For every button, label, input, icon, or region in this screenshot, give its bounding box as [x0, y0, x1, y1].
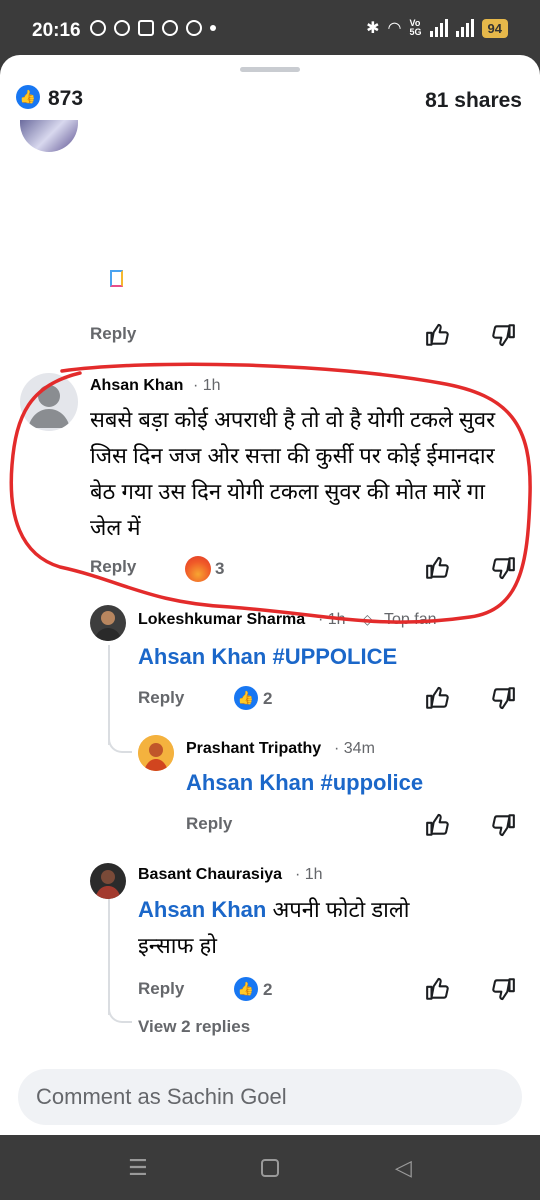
thumbs-down-icon[interactable] — [490, 555, 516, 581]
home-icon[interactable] — [261, 1159, 279, 1177]
notification-icons — [90, 20, 216, 36]
thread-line — [108, 890, 110, 1015]
like-reaction-icon: 👍 — [234, 686, 258, 710]
reply-text-line2: इन्साफ हो — [138, 933, 217, 958]
signal-icon — [429, 19, 448, 37]
thumbs-up-icon[interactable] — [425, 685, 451, 711]
basant-chaurasiya-avatar[interactable] — [90, 863, 126, 899]
reply-text: Ahsan Khan #UPPOLICE — [138, 639, 397, 675]
reaction-count[interactable]: 3 — [215, 559, 224, 579]
reply-text-line1: अपनी फोटो डालो — [266, 897, 410, 922]
reactions-summary[interactable]: 👍 873 81 shares — [16, 85, 524, 115]
reply-button[interactable]: Reply — [138, 979, 184, 999]
comments-sheet: 👍 873 81 shares Reply Ahsan Khan · 1h सब… — [0, 55, 540, 1135]
telegram-icon — [186, 20, 202, 36]
default-avatar-icon — [28, 385, 70, 428]
reply-text: Ahsan Khan अपनी फोटो डालो इन्साफ हो — [138, 892, 518, 964]
reply-author[interactable]: Prashant Tripathy — [186, 740, 321, 758]
view-replies-link[interactable]: View 2 replies — [138, 1017, 250, 1037]
reply-author[interactable]: Lokeshkumar Sharma — [138, 611, 305, 629]
ahsan-khan-avatar[interactable] — [20, 373, 78, 431]
gallery-icon — [138, 20, 154, 36]
facebook-icon — [114, 20, 130, 36]
system-nav-bar: ☰ ◁ — [0, 1135, 540, 1200]
thread-connector — [108, 735, 132, 753]
reply-author[interactable]: Basant Chaurasiya — [138, 866, 282, 884]
reply-button[interactable]: Reply — [138, 688, 184, 708]
reply-time: · 1h — [295, 866, 323, 883]
thumbs-down-icon[interactable] — [490, 322, 516, 348]
share-count[interactable]: 81 shares — [425, 89, 522, 113]
status-time: 20:16 — [32, 20, 81, 41]
message-icon — [162, 20, 178, 36]
comment-time: · 1h — [193, 377, 221, 394]
drag-handle[interactable] — [240, 67, 300, 72]
like-count: 873 — [48, 87, 84, 110]
mention-link[interactable]: Ahsan Khan #UPPOLICE — [138, 644, 397, 669]
comment-composer — [0, 1055, 540, 1135]
thumbs-up-icon[interactable] — [425, 812, 451, 838]
profile-photo-icon — [95, 870, 121, 899]
angry-reaction-icon — [185, 556, 211, 582]
reply-time: · 1h · — [318, 611, 356, 628]
more-dot-icon — [210, 25, 216, 31]
diamond-icon: ◇ — [362, 611, 373, 627]
reaction-count[interactable]: 2 — [263, 980, 272, 1000]
thread-line — [108, 645, 110, 745]
sticker-icon — [110, 270, 123, 287]
thread-connector — [108, 1005, 132, 1023]
reply-button[interactable]: Reply — [90, 557, 136, 577]
system-icons: ✱ ◠ Vo 5G 94 — [366, 18, 508, 38]
lokeshkumar-sharma-avatar[interactable] — [90, 605, 126, 641]
thumbs-up-icon[interactable] — [425, 322, 451, 348]
status-bar: 20:16 ✱ ◠ Vo 5G 94 — [0, 0, 540, 62]
battery-indicator: 94 — [481, 18, 508, 38]
profile-photo-icon — [138, 735, 174, 771]
thumbs-down-icon[interactable] — [490, 976, 516, 1002]
like-reaction-icon: 👍 — [16, 85, 40, 109]
thumbs-up-icon[interactable] — [425, 976, 451, 1002]
reaction-count[interactable]: 2 — [263, 689, 272, 709]
reply-button[interactable]: Reply — [186, 814, 232, 834]
mention-link[interactable]: Ahsan Khan — [138, 897, 266, 922]
thumbs-down-icon[interactable] — [490, 812, 516, 838]
back-icon[interactable]: ◁ — [395, 1157, 412, 1179]
comment-text: सबसे बड़ा कोई अपराधी है तो वो है योगी टक… — [90, 407, 496, 540]
recents-icon[interactable]: ☰ — [128, 1157, 148, 1179]
comment-author[interactable]: Ahsan Khan — [90, 377, 183, 395]
prev-reply-button[interactable]: Reply — [90, 324, 136, 344]
comment-input[interactable] — [18, 1069, 522, 1125]
whatsapp-icon — [90, 20, 106, 36]
reply-time: · 34m — [334, 740, 375, 757]
mention-link[interactable]: Ahsan Khan #uppolice — [186, 770, 423, 795]
profile-photo-icon — [94, 611, 122, 641]
like-reaction-icon: 👍 — [234, 977, 258, 1001]
volte-label: Vo 5G — [409, 18, 422, 37]
reply-text: Ahsan Khan #uppolice — [186, 765, 423, 801]
thumbs-down-icon[interactable] — [490, 685, 516, 711]
wifi-icon: ◠ — [387, 20, 402, 37]
bluetooth-icon: ✱ — [366, 20, 380, 37]
signal-icon-2 — [455, 19, 474, 37]
thumbs-up-icon[interactable] — [425, 555, 451, 581]
prashant-tripathy-avatar[interactable] — [138, 735, 174, 771]
top-fan-badge: Top fan — [384, 611, 437, 628]
previous-commenter-avatar[interactable] — [20, 120, 78, 152]
